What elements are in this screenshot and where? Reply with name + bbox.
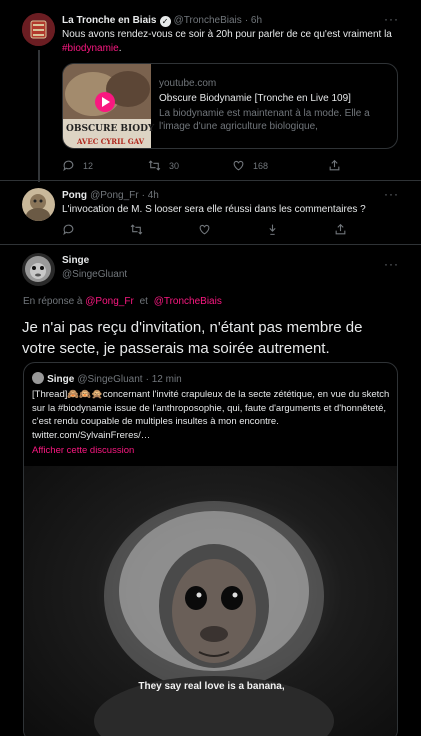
tweet-actions: 12 30 168 xyxy=(62,159,352,172)
tweet-latronche[interactable]: La Tronche en Biais ✓ @TroncheBiais · 6h… xyxy=(0,0,421,182)
card-domain: youtube.com xyxy=(159,78,217,89)
tweet-header: La Tronche en Biais ✓ @TroncheBiais · 6h xyxy=(62,14,262,27)
quoted-tweet[interactable]: Singe @SingeGluant · 12 min [Thread]🙈🙉🙊c… xyxy=(23,362,398,736)
verified-icon: ✓ xyxy=(159,16,171,27)
hashtag-link[interactable]: #biodynamie xyxy=(62,43,119,54)
retweet-button[interactable]: 30 xyxy=(148,159,232,172)
author-name[interactable]: Singe xyxy=(62,255,127,266)
card-thumbnail: OBSCURE BIODY AVEC CYRIL GAV xyxy=(63,64,155,148)
link-card[interactable]: OBSCURE BIODY AVEC CYRIL GAV youtube.com… xyxy=(62,63,398,149)
reply-icon xyxy=(63,160,74,172)
quote-time: · 12 min xyxy=(145,374,182,385)
more-icon[interactable]: ··· xyxy=(384,187,399,201)
avatar-latronche[interactable] xyxy=(22,13,55,46)
tweet-text: Nous avons rendez-vous ce soir à 20h pou… xyxy=(62,29,392,54)
video-subtitle: They say real love is a banana, xyxy=(138,681,285,692)
tweet-actions xyxy=(62,223,352,236)
author-name[interactable]: Pong xyxy=(62,190,87,201)
reply-context: En réponse à @Pong_Fr et @TroncheBiais xyxy=(23,296,222,307)
thread-line xyxy=(38,50,40,182)
reply-count: 12 xyxy=(83,160,94,171)
quote-header: Singe @SingeGluant · 12 min xyxy=(32,372,182,385)
like-count: 168 xyxy=(253,160,269,171)
tweet-header: Pong @Pong_Fr · 4h xyxy=(62,189,159,201)
like-button[interactable] xyxy=(198,223,266,236)
avatar-singe[interactable] xyxy=(22,253,55,286)
quote-handle: @SingeGluant xyxy=(77,374,143,385)
card-desc: La biodynamie est maintenant à la mode. … xyxy=(159,108,370,132)
share-icon xyxy=(329,159,340,171)
tweet-text: L'invocation de M. S looser sera elle ré… xyxy=(62,204,366,215)
quote-media[interactable]: They say real love is a banana, xyxy=(24,466,397,736)
show-thread-link[interactable]: Afficher cette discussion xyxy=(32,445,134,456)
more-icon[interactable]: ··· xyxy=(384,257,399,271)
author-handle[interactable]: @Pong_Fr xyxy=(90,190,139,201)
quote-text: [Thread]🙈🙉🙊concernant l'invité crapuleux… xyxy=(32,389,390,441)
share-button[interactable] xyxy=(328,159,341,172)
download-button[interactable] xyxy=(266,223,334,236)
reply-button[interactable] xyxy=(62,223,130,236)
tweet-time[interactable]: · 4h xyxy=(142,190,159,201)
retweet-icon xyxy=(130,224,143,235)
heart-icon xyxy=(199,224,210,235)
avatar-pong[interactable] xyxy=(22,188,55,221)
retweet-count: 30 xyxy=(169,160,180,171)
tweet-header: Singe @SingeGluant xyxy=(62,255,127,280)
card-title: Obscure Biodynamie [Tronche en Live 109] xyxy=(159,93,351,104)
heart-icon xyxy=(233,160,244,171)
share-button[interactable] xyxy=(334,223,347,236)
author-handle[interactable]: @TroncheBiais xyxy=(174,15,242,26)
retweet-icon xyxy=(148,160,161,171)
share-icon xyxy=(335,223,346,235)
tweet-text-large: Je n'ai pas reçu d'invitation, n'étant p… xyxy=(22,319,363,357)
thumb-title: OBSCURE BIODY xyxy=(66,124,155,134)
tweet-time[interactable]: · 6h xyxy=(245,15,262,26)
reply-button[interactable]: 12 xyxy=(62,159,148,172)
thumb-subtitle: AVEC CYRIL GAV xyxy=(77,137,145,146)
mention-troncheblais[interactable]: @TroncheBiais xyxy=(154,296,222,307)
more-icon[interactable]: ··· xyxy=(384,12,399,26)
author-handle[interactable]: @SingeGluant xyxy=(62,269,127,280)
like-button[interactable]: 168 xyxy=(232,159,328,172)
mention-pong[interactable]: @Pong_Fr xyxy=(85,296,134,307)
retweet-button[interactable] xyxy=(130,223,198,236)
card-body: youtube.com Obscure Biodynamie [Tronche … xyxy=(151,64,397,148)
quote-avatar xyxy=(32,372,44,384)
tweet-pong[interactable]: Pong @Pong_Fr · 4h ··· L'invocation de M… xyxy=(0,181,421,244)
reply-icon xyxy=(63,224,74,236)
quote-author-name: Singe xyxy=(47,374,75,385)
download-icon xyxy=(269,224,276,235)
author-name[interactable]: La Tronche en Biais xyxy=(62,15,156,26)
monkey-image xyxy=(94,501,334,736)
